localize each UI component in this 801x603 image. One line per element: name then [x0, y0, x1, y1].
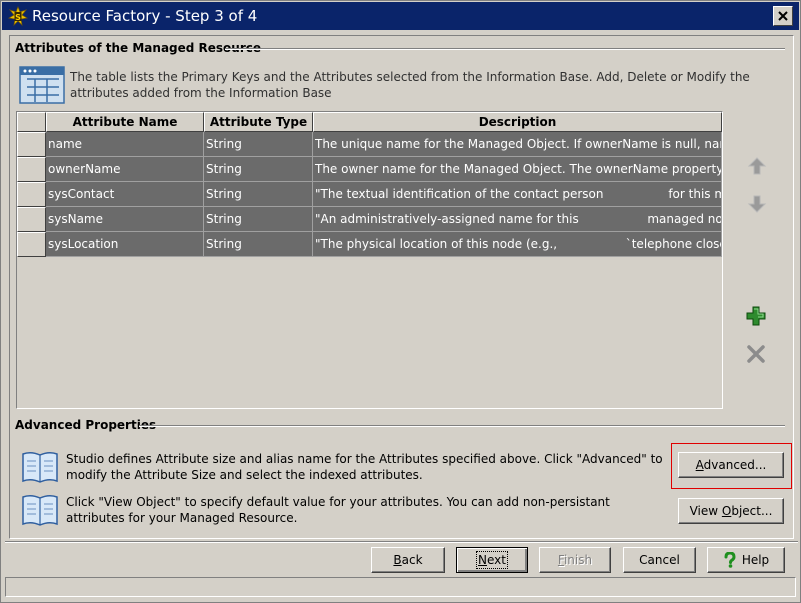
row-header[interactable] — [17, 182, 46, 207]
help-icon — [724, 552, 736, 568]
cell-attribute-type[interactable]: String — [204, 207, 313, 232]
cancel-button[interactable]: Cancel — [623, 547, 696, 573]
section-divider — [225, 48, 785, 50]
move-up-icon[interactable] — [746, 155, 768, 177]
help-button[interactable]: Help — [707, 547, 785, 573]
view-object-button[interactable]: View Object... — [678, 498, 784, 524]
attributes-table[interactable]: Attribute Name Attribute Type Descriptio… — [16, 111, 723, 409]
close-button[interactable] — [773, 6, 793, 26]
move-down-icon[interactable] — [746, 193, 768, 215]
table-row[interactable]: sysContact String "The textual identific… — [17, 182, 722, 207]
help-button-label: Help — [741, 553, 770, 567]
delete-icon[interactable] — [745, 343, 767, 365]
status-bar — [5, 577, 796, 597]
title-bar[interactable]: S Resource Factory - Step 3 of 4 — [2, 2, 799, 30]
back-button[interactable]: Back — [371, 547, 445, 573]
column-header-attribute-name[interactable]: Attribute Name — [46, 112, 204, 132]
row-header[interactable] — [17, 232, 46, 257]
table-icon — [19, 66, 65, 104]
footer-divider — [5, 541, 798, 543]
row-header-corner — [17, 112, 46, 132]
cell-attribute-type[interactable]: String — [204, 182, 313, 207]
cell-attribute-type[interactable]: String — [204, 157, 313, 182]
table-row[interactable]: ownerName String The owner name for the … — [17, 157, 722, 182]
back-button-label: Back — [393, 553, 423, 567]
cell-attribute-name[interactable]: name — [46, 132, 204, 157]
svg-text:S: S — [15, 13, 21, 22]
next-button-label: Next — [476, 551, 508, 569]
column-header-attribute-type[interactable]: Attribute Type — [204, 112, 313, 132]
attributes-description: The table lists the Primary Keys and the… — [70, 70, 750, 100]
section-divider — [139, 425, 785, 427]
add-icon[interactable] — [745, 305, 767, 327]
table-header: Attribute Name Attribute Type Descriptio… — [17, 112, 722, 132]
app-logo-icon: S — [8, 6, 28, 26]
advanced-description: Studio defines Attribute size and alias … — [66, 452, 663, 482]
row-header[interactable] — [17, 132, 46, 157]
book-icon — [22, 494, 58, 526]
cell-attribute-name[interactable]: sysName — [46, 207, 204, 232]
cell-attribute-name[interactable]: sysLocation — [46, 232, 204, 257]
table-row[interactable]: sysName String "An administratively-assi… — [17, 207, 722, 232]
cancel-button-label: Cancel — [639, 553, 680, 567]
row-header[interactable] — [17, 157, 46, 182]
close-icon — [778, 11, 788, 21]
cell-attribute-type[interactable]: String — [204, 132, 313, 157]
view-object-description: Click "View Object" to specify default v… — [66, 495, 610, 525]
finish-button-label: Finish — [557, 553, 593, 567]
next-button[interactable]: Next — [456, 547, 528, 573]
cell-description[interactable]: The owner name for the Managed Object. T… — [313, 157, 722, 182]
row-header[interactable] — [17, 207, 46, 232]
column-header-description[interactable]: Description — [313, 112, 722, 132]
dialog-window: S Resource Factory - Step 3 of 4 Attribu… — [0, 0, 801, 603]
cell-description[interactable]: "The physical location of this node (e.g… — [313, 232, 722, 257]
advanced-button-label: Advanced... — [695, 458, 767, 472]
cell-attribute-type[interactable]: String — [204, 232, 313, 257]
cell-description[interactable]: "The textual identification of the conta… — [313, 182, 722, 207]
table-row[interactable]: sysLocation String "The physical locatio… — [17, 232, 722, 257]
advanced-button[interactable]: Advanced... — [678, 452, 784, 478]
finish-button[interactable]: Finish — [539, 547, 611, 573]
view-object-button-label: View Object... — [689, 504, 773, 518]
window-title: Resource Factory - Step 3 of 4 — [32, 7, 258, 25]
cell-attribute-name[interactable]: ownerName — [46, 157, 204, 182]
cell-description[interactable]: "An administratively-assigned name for t… — [313, 207, 722, 232]
cell-description[interactable]: The unique name for the Managed Object. … — [313, 132, 722, 157]
book-icon — [22, 451, 58, 483]
table-row[interactable]: name String The unique name for the Mana… — [17, 132, 722, 157]
cell-attribute-name[interactable]: sysContact — [46, 182, 204, 207]
